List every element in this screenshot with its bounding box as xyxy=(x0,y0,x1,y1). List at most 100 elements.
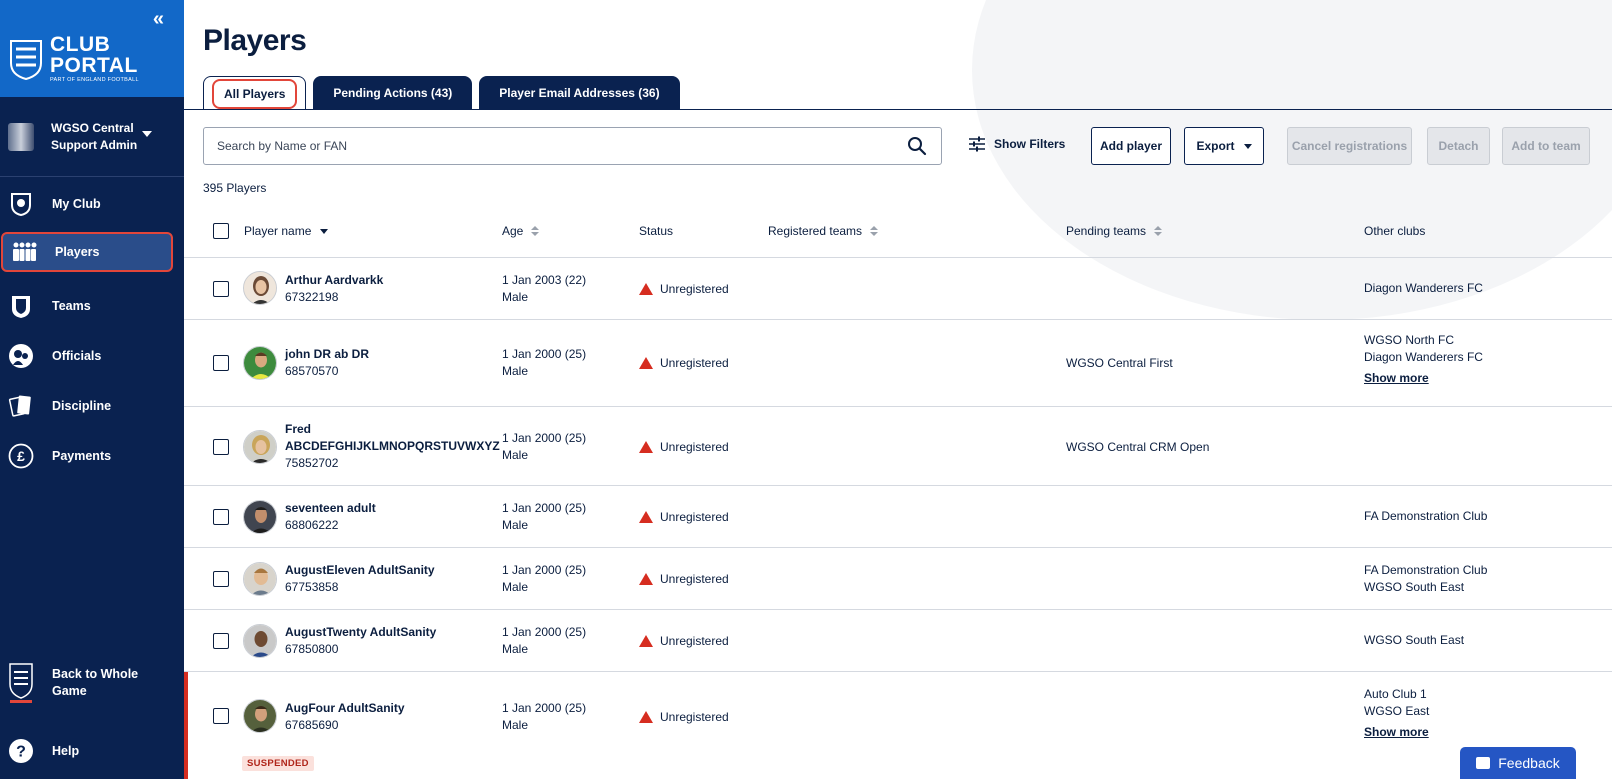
sort-icon xyxy=(531,226,540,236)
table-row[interactable]: AugustTwenty AdultSanity 67850800 1 Jan … xyxy=(184,610,1612,672)
player-dob: 1 Jan 2000 (25) xyxy=(502,701,587,715)
warning-triangle-icon xyxy=(639,357,653,369)
collapse-sidebar-icon[interactable]: « xyxy=(153,8,164,31)
column-header-registered-teams[interactable]: Registered teams xyxy=(768,224,879,238)
search-input[interactable] xyxy=(217,139,907,153)
table-row[interactable]: john DR ab DR 68570570 1 Jan 2000 (25) M… xyxy=(184,320,1612,407)
avatar xyxy=(243,699,277,733)
status-badge: Unregistered xyxy=(639,282,729,296)
org-badge-icon xyxy=(8,122,34,151)
status-badge: Unregistered xyxy=(639,710,729,724)
tab-all-players[interactable]: All Players xyxy=(203,76,307,110)
svg-text:£: £ xyxy=(17,448,25,464)
player-name[interactable]: Arthur Aardvarkk xyxy=(285,272,383,289)
table-row[interactable]: seventeen adult 68806222 1 Jan 2000 (25)… xyxy=(184,486,1612,548)
search-box xyxy=(203,127,942,165)
pending-team: WGSO Central CRM Open xyxy=(1066,440,1210,454)
card-icon xyxy=(8,393,34,419)
show-more-link[interactable]: Show more xyxy=(1364,724,1429,741)
row-checkbox[interactable] xyxy=(213,633,229,649)
player-gender: Male xyxy=(502,718,529,732)
add-to-team-button[interactable]: Add to team xyxy=(1502,127,1590,165)
sort-desc-icon xyxy=(320,228,329,234)
warning-triangle-icon xyxy=(639,283,653,295)
table-row[interactable]: AugustEleven AdultSanity 67753858 1 Jan … xyxy=(184,548,1612,610)
player-name[interactable]: Fred xyxy=(285,421,500,438)
select-all-checkbox[interactable] xyxy=(213,223,229,239)
other-club: WGSO North FC xyxy=(1364,333,1455,347)
cancel-registrations-button[interactable]: Cancel registrations xyxy=(1287,127,1412,165)
player-gender: Male xyxy=(502,580,529,594)
column-header-player-name[interactable]: Player name xyxy=(244,224,329,238)
export-label: Export xyxy=(1196,139,1235,153)
club-badge-icon xyxy=(8,191,34,217)
player-name[interactable]: john DR ab DR xyxy=(285,346,369,363)
feedback-button[interactable]: Feedback xyxy=(1460,747,1576,779)
column-header-age[interactable]: Age xyxy=(502,224,540,238)
sidebar-item-teams[interactable]: Teams xyxy=(0,286,184,326)
player-dob: 1 Jan 2000 (25) xyxy=(502,347,587,361)
sidebar-item-players[interactable]: Players xyxy=(1,232,173,272)
player-gender: Male xyxy=(502,290,529,304)
sidebar-item-my-club[interactable]: My Club xyxy=(0,184,184,224)
page-title: Players xyxy=(203,24,307,57)
sidebar-item-officials[interactable]: Officials xyxy=(0,336,184,376)
tab-bar: All Players Pending Actions (43) Player … xyxy=(203,76,687,110)
org-switcher[interactable]: WGSO Central Support Admin xyxy=(0,97,184,177)
add-player-button[interactable]: Add player xyxy=(1091,127,1171,165)
row-checkbox[interactable] xyxy=(213,355,229,371)
sidebar-item-payments[interactable]: £ Payments xyxy=(0,436,184,476)
sidebar-item-label: Teams xyxy=(52,299,91,313)
player-name[interactable]: AugustTwenty AdultSanity xyxy=(285,624,436,641)
column-header-pending-teams[interactable]: Pending teams xyxy=(1066,224,1163,238)
table-row[interactable]: Fred ABCDEFGHIJKLMNOPQRSTUVWXYZ 75852702… xyxy=(184,407,1612,486)
player-gender: Male xyxy=(502,642,529,656)
search-icon[interactable] xyxy=(907,136,927,156)
status-badge: Unregistered xyxy=(639,440,729,454)
avatar xyxy=(243,430,277,464)
player-name[interactable]: seventeen adult xyxy=(285,500,376,517)
player-dob: 1 Jan 2003 (22) xyxy=(502,273,587,287)
show-filters-label: Show Filters xyxy=(994,137,1066,151)
player-dob: 1 Jan 2000 (25) xyxy=(502,625,587,639)
row-checkbox[interactable] xyxy=(213,571,229,587)
back-to-whole-game-link[interactable]: Back to Whole Game xyxy=(0,662,184,704)
row-checkbox[interactable] xyxy=(213,439,229,455)
club-portal-logo[interactable]: CLUB PORTAL PART OF ENGLAND FOOTBALL xyxy=(8,34,139,84)
tab-pending-actions[interactable]: Pending Actions (43) xyxy=(313,76,473,110)
tab-player-email-addresses[interactable]: Player Email Addresses (36) xyxy=(479,76,680,110)
show-more-link[interactable]: Show more xyxy=(1364,370,1483,387)
player-name[interactable]: AugFour AdultSanity xyxy=(285,700,405,717)
chevron-down-icon xyxy=(1243,143,1252,149)
sidebar-item-label: Officials xyxy=(52,349,102,363)
warning-triangle-icon xyxy=(639,511,653,523)
logo-tagline: PART OF ENGLAND FOOTBALL xyxy=(50,77,139,83)
row-checkbox[interactable] xyxy=(213,281,229,297)
avatar xyxy=(243,346,277,380)
main-content: Players All Players Pending Actions (43)… xyxy=(184,0,1612,779)
player-fan: 67753858 xyxy=(285,580,339,594)
row-checkbox[interactable] xyxy=(213,708,229,724)
filter-sliders-icon xyxy=(969,136,985,152)
table-row[interactable]: Arthur Aardvarkk 67322198 1 Jan 2003 (22… xyxy=(184,258,1612,320)
org-name: WGSO Central xyxy=(51,120,134,135)
show-filters-button[interactable]: Show Filters xyxy=(968,136,1065,152)
row-checkbox[interactable] xyxy=(213,509,229,525)
table-row[interactable]: AugFour AdultSanity 67685690 1 Jan 2000 … xyxy=(184,672,1612,779)
player-fan: 67685690 xyxy=(285,718,339,732)
help-link[interactable]: ? Help xyxy=(0,738,184,764)
player-name[interactable]: AugustEleven AdultSanity xyxy=(285,562,435,579)
column-header-other-clubs: Other clubs xyxy=(1364,224,1426,238)
sidebar-item-label: Players xyxy=(55,245,100,259)
sidebar-item-discipline[interactable]: Discipline xyxy=(0,386,184,426)
player-name-line-2[interactable]: ABCDEFGHIJKLMNOPQRSTUVWXYZ xyxy=(285,438,500,455)
warning-triangle-icon xyxy=(639,573,653,585)
sort-icon xyxy=(870,226,879,236)
export-button[interactable]: Export xyxy=(1184,127,1264,165)
detach-button[interactable]: Detach xyxy=(1427,127,1490,165)
player-gender: Male xyxy=(502,518,529,532)
warning-triangle-icon xyxy=(639,635,653,647)
player-fan: 67850800 xyxy=(285,642,339,656)
feedback-label: Feedback xyxy=(1498,755,1560,771)
other-club: FA Demonstration Club xyxy=(1364,563,1488,577)
